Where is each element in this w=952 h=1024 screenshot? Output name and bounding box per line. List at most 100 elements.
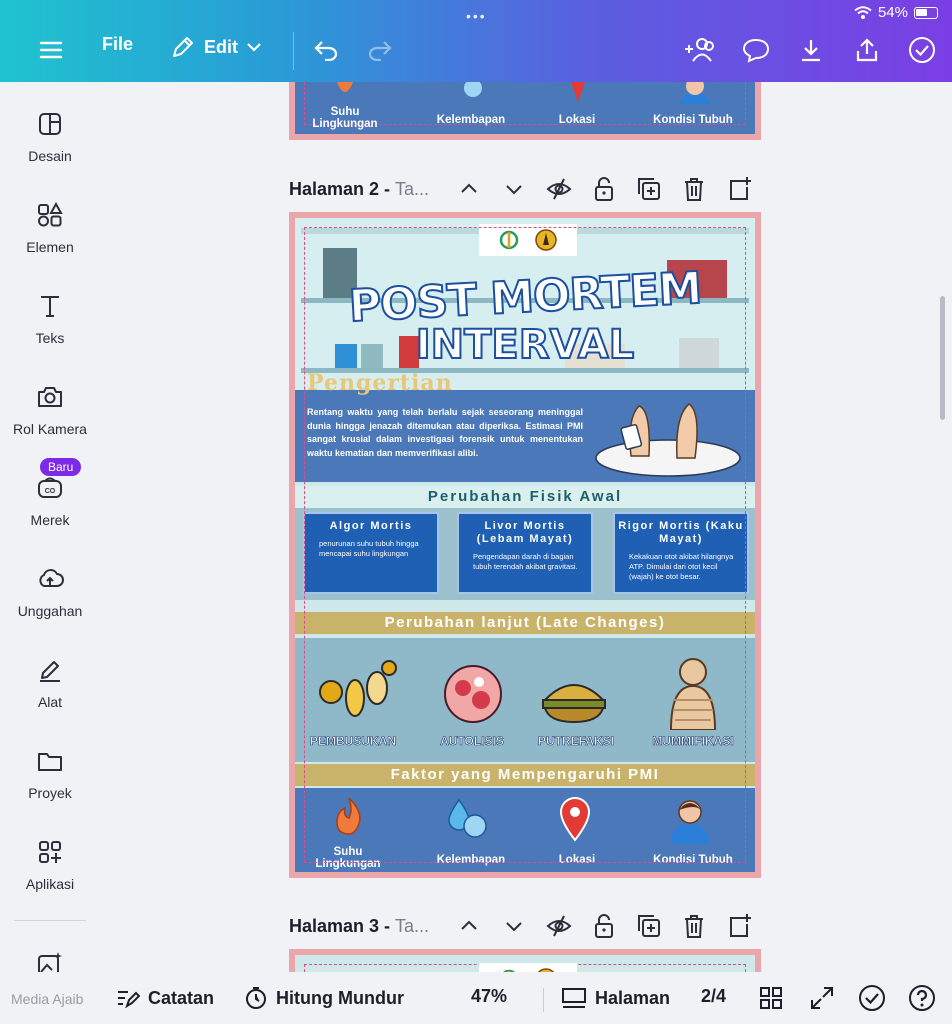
page-title[interactable]: Halaman 2 - Ta... [289, 179, 429, 200]
done-check-icon[interactable] [906, 34, 938, 66]
fire-icon [337, 82, 353, 92]
timer-icon [246, 987, 266, 1009]
page-count: 2/4 [701, 986, 727, 1006]
sidebar-item-label: Media Ajaib [11, 991, 84, 1007]
sidebar-item-aplikasi[interactable]: Aplikasi [0, 838, 100, 892]
chevron-up-icon[interactable] [455, 175, 483, 203]
page-actions [455, 175, 753, 203]
institution-logos [479, 224, 577, 256]
sidebar-item-teks[interactable]: Teks [0, 292, 100, 346]
brand-icon: CO [38, 477, 62, 498]
duplicate-icon[interactable] [635, 175, 663, 203]
grid-view-icon[interactable] [757, 984, 785, 1012]
early-changes-heading: Perubahan Fisik Awal [295, 486, 755, 508]
sidebar-item-unggahan[interactable]: Unggahan [0, 565, 100, 619]
chevron-down-icon [247, 43, 261, 52]
trash-icon[interactable] [680, 175, 708, 203]
chevron-down-icon[interactable] [500, 175, 528, 203]
pencil-icon [173, 37, 193, 57]
notes-icon [118, 991, 140, 1009]
person-icon [679, 82, 711, 104]
sidebar-item-elemen[interactable]: Elemen [0, 201, 100, 255]
edit-menu[interactable]: Edit [170, 34, 262, 60]
lock-icon[interactable] [590, 175, 618, 203]
cloud-upload-icon [39, 569, 64, 587]
duplicate-icon[interactable] [635, 912, 663, 940]
sidebar-item-label: Teks [35, 330, 65, 346]
download-icon[interactable] [795, 34, 827, 66]
add-page-icon[interactable] [725, 175, 753, 203]
sidebar-item-label: Desain [28, 148, 72, 164]
page-2-canvas[interactable]: POST MORTEM INTERVAL Pengertian Rentang … [289, 212, 761, 878]
vertical-scrollbar[interactable] [940, 296, 945, 420]
sidebar-item-label: Proyek [28, 785, 72, 801]
pages-icon [562, 988, 586, 1008]
feet-toe-tag-icon [595, 403, 741, 477]
late-changes-heading: Perubahan lanjut (Late Changes) [295, 612, 755, 634]
share-people-icon[interactable] [684, 34, 716, 66]
sidebar-item-rol-kamera[interactable]: Rol Kamera [0, 383, 100, 437]
box-text: penurunan suhu tubuh hingga mencapai suh… [319, 539, 419, 558]
page-2-header: Halaman 2 - Ta... [289, 174, 759, 204]
bottom-divider [543, 988, 544, 1012]
notes-button[interactable]: Catatan [116, 986, 214, 1010]
comment-icon[interactable] [740, 34, 772, 66]
info-box-rigor-mortis: Rigor Mortis (Kaku Mayat) Kekakuan otot … [613, 512, 749, 594]
redo-icon[interactable] [364, 34, 396, 66]
zoom-level[interactable]: 47% [471, 986, 507, 1007]
media-ajaib-label[interactable]: Media Ajaib [11, 991, 83, 1007]
page-1-thumbnail[interactable]: Suhu Lingkungan Kelembapan Lokasi Kondis… [289, 82, 761, 140]
sidebar-item-proyek[interactable]: Proyek [0, 747, 100, 801]
water-drop-icon [448, 798, 487, 838]
timer-label: Hitung Mundur [276, 987, 404, 1008]
late-change-label: PUTREFAKSI [537, 734, 615, 749]
page-title[interactable]: Halaman 3 - Ta... [289, 916, 429, 937]
zoom-value: 47% [471, 986, 508, 1006]
putrefaction-food-icon [542, 684, 606, 724]
menu-icon[interactable] [35, 34, 67, 66]
water-drop-icon [464, 82, 482, 97]
multitask-dots[interactable]: ••• [466, 8, 487, 24]
pages-button[interactable]: Halaman [561, 986, 670, 1010]
page-number: Halaman 2 - [289, 178, 396, 199]
undo-icon[interactable] [310, 34, 342, 66]
fullscreen-icon[interactable] [808, 984, 836, 1012]
chevron-up-icon[interactable] [455, 912, 483, 940]
camera-icon [38, 387, 62, 407]
factor-label: Kondisi Tubuh [653, 854, 733, 866]
factor-label: Suhu Lingkungan [315, 846, 381, 870]
bottom-toolbar: Media Ajaib Catatan Hitung Mundur 47% Ha… [0, 972, 952, 1024]
factors-heading: Faktor yang Mempengaruhi PMI [295, 764, 755, 786]
sidebar-item-alat[interactable]: Alat [0, 656, 100, 710]
sidebar-item-merek[interactable]: CO Merek [0, 474, 100, 528]
lock-icon[interactable] [590, 912, 618, 940]
page-counter[interactable]: 2/4 [701, 986, 726, 1007]
university-logo-icon [499, 230, 519, 250]
page-actions [455, 912, 753, 940]
add-page-icon[interactable] [725, 912, 753, 940]
wifi-icon [854, 5, 872, 19]
chevron-down-icon[interactable] [500, 912, 528, 940]
timer-button[interactable]: Hitung Mundur [244, 986, 404, 1010]
location-pin-icon [571, 82, 585, 102]
hide-eye-icon[interactable] [545, 175, 573, 203]
factor-label: Kondisi Tubuh [653, 114, 733, 126]
box-title: Rigor Mortis (Kaku Mayat) [618, 520, 744, 545]
box-text: Pengendapan darah di bagian tubuh terend… [473, 552, 578, 571]
text-icon [41, 296, 59, 317]
sidebar-item-label: Rol Kamera [13, 421, 87, 437]
top-toolbar: ••• 54% File Edit [0, 0, 952, 82]
share-icon[interactable] [851, 34, 883, 66]
hide-eye-icon[interactable] [545, 912, 573, 940]
trash-icon[interactable] [680, 912, 708, 940]
emblem-logo-icon [535, 229, 557, 251]
pages-label: Halaman [595, 987, 671, 1008]
sidebar-item-desain[interactable]: Desain [0, 110, 100, 164]
help-icon[interactable] [908, 984, 936, 1012]
definition-text: Rentang waktu yang telah berlalu sejak s… [307, 407, 583, 458]
battery-icon [914, 6, 938, 19]
check-circle-icon[interactable] [858, 984, 886, 1012]
sidebar: Desain Elemen Teks Rol Kamera Baru CO Me… [0, 82, 100, 976]
factor-label: Kelembapan [436, 114, 506, 126]
file-menu[interactable]: File [102, 34, 133, 55]
